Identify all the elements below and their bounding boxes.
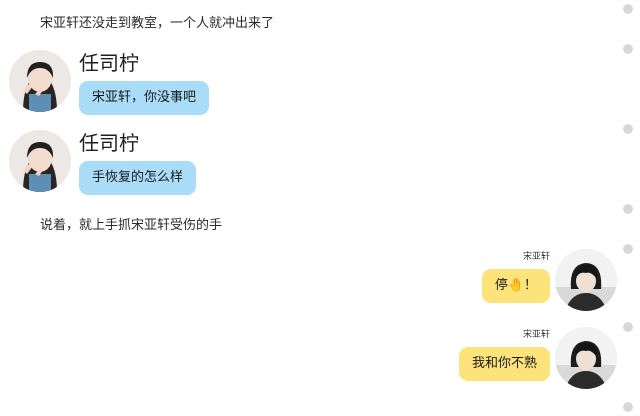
scroll-dot [623,4,633,14]
sender-name: 宋亚轩 [522,252,550,262]
message-bubble[interactable]: 停🤚！ [481,269,550,303]
avatar[interactable] [9,130,71,192]
avatar[interactable] [555,249,617,311]
message-bubble[interactable]: 我和你不熟 [458,347,550,381]
scroll-track[interactable] [616,0,640,416]
scroll-dot [623,204,633,214]
boy-avatar-icon [555,327,617,389]
sender-name: 任司柠 [79,51,139,75]
message-bubble[interactable]: 手恢复的怎么样 [79,161,197,195]
scroll-dot [623,44,633,54]
boy-avatar-icon [555,249,617,311]
girl-avatar-icon [9,50,71,112]
scroll-dot [623,322,633,332]
scroll-dot [623,402,633,412]
narration-text: 宋亚轩还没走到教室，一个人就冲出来了 [40,16,275,31]
scroll-dot [623,244,633,254]
avatar[interactable] [9,50,71,112]
narration-text: 说着，就上手抓宋亚轩受伤的手 [40,218,223,233]
scroll-dot [623,124,633,134]
sender-name: 任司柠 [79,131,139,155]
sender-name: 宋亚轩 [522,330,550,340]
message-bubble[interactable]: 宋亚轩，你没事吧 [79,81,210,115]
avatar[interactable] [555,327,617,389]
girl-avatar-icon [9,130,71,192]
